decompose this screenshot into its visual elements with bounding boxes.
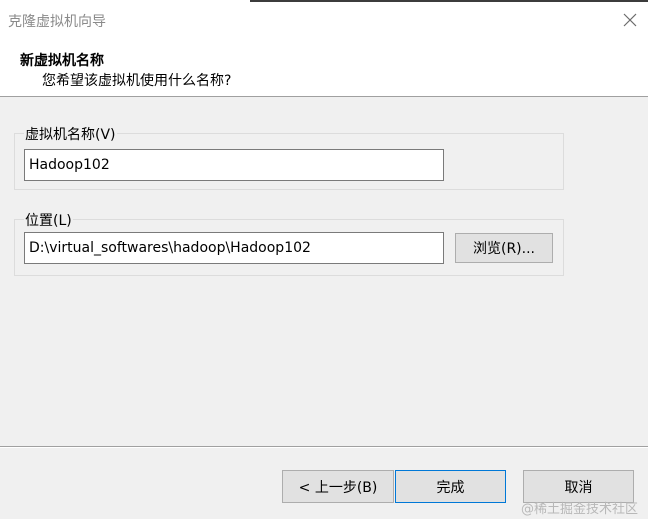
watermark: @稀土掘金技术社区 xyxy=(521,502,639,517)
page-subtitle: 您希望该虚拟机使用什么名称? xyxy=(42,73,232,89)
location-input[interactable]: D:\virtual_softwares\hadoop\Hadoop102 xyxy=(24,232,444,264)
close-button[interactable] xyxy=(618,8,642,32)
location-label: 位置(L) xyxy=(24,210,73,230)
vm-name-input[interactable]: Hadoop102 xyxy=(24,149,444,181)
footer-divider xyxy=(0,446,648,448)
title-bar: 克隆虚拟机向导 xyxy=(0,0,648,40)
browse-button[interactable]: 浏览(R)... xyxy=(455,233,553,263)
back-button[interactable]: < 上一步(B) xyxy=(282,470,394,503)
page-title: 新虚拟机名称 xyxy=(20,53,104,69)
window-title: 克隆虚拟机向导 xyxy=(8,14,106,30)
title-bar-accent xyxy=(250,0,648,2)
finish-button[interactable]: 完成 xyxy=(395,470,506,503)
vm-name-label: 虚拟机名称(V) xyxy=(24,124,117,144)
wizard-header: 新虚拟机名称 您希望该虚拟机使用什么名称? xyxy=(0,40,648,97)
close-icon xyxy=(623,13,637,27)
